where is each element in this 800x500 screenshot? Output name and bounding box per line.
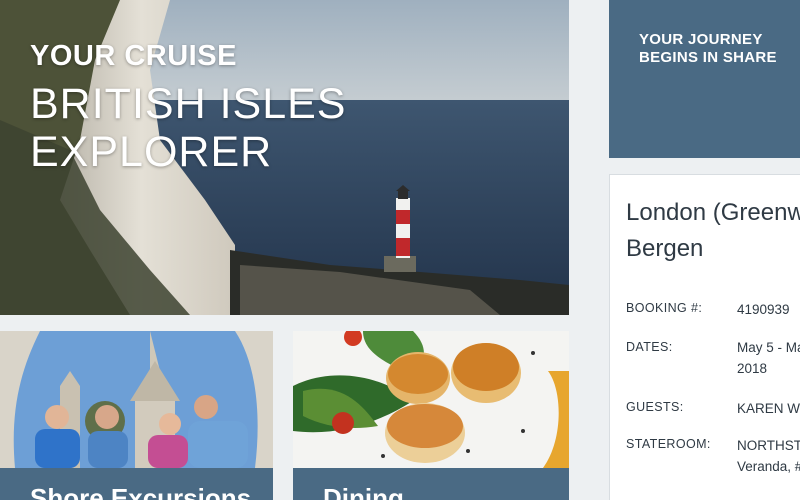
shore-excursions-image — [0, 331, 273, 468]
guests-value: KAREN W — [737, 401, 800, 416]
dates-value: May 5 - May 2018 — [737, 337, 800, 379]
dining-image — [293, 331, 569, 468]
stateroom-type: Veranda, # — [737, 459, 800, 474]
route-title: London (Greenwich) Bergen — [626, 195, 800, 267]
dining-title: Dining — [323, 483, 404, 500]
dates-value-line1: May 5 - May — [737, 340, 800, 355]
route-origin: London (Greenwich) — [626, 199, 800, 226]
stateroom-value: NORTHSTAR Veranda, # — [737, 435, 800, 477]
booking-number-label: BOOKING #: — [626, 301, 703, 315]
hero-banner: YOUR CRUISE BRITISH ISLES EXPLORER — [0, 0, 569, 315]
stateroom-link[interactable]: NORTHSTAR — [737, 435, 800, 456]
hero-eyebrow: YOUR CRUISE — [30, 40, 237, 72]
dates-label: DATES: — [626, 340, 673, 354]
route-destination: Bergen — [626, 235, 704, 262]
booking-details-card: London (Greenwich) Bergen BOOKING #: 419… — [609, 174, 800, 500]
hero-title: BRITISH ISLES EXPLORER — [30, 80, 347, 176]
shore-excursions-card[interactable]: Shore Excursions — [0, 331, 273, 500]
shore-excursions-title: Shore Excursions — [30, 483, 252, 500]
dates-value-line2: 2018 — [737, 361, 768, 376]
guests-label: GUESTS: — [626, 400, 684, 414]
booking-number-value: 4190939 — [737, 302, 790, 317]
journey-text: YOUR JOURNEY BEGINS IN SHARE — [639, 31, 777, 66]
stateroom-label: STATEROOM: — [626, 437, 711, 451]
page: YOUR CRUISE BRITISH ISLES EXPLORER Shore… — [0, 0, 800, 500]
dining-card[interactable]: Dining — [293, 331, 569, 500]
journey-panel[interactable]: YOUR JOURNEY BEGINS IN SHARE — [609, 0, 800, 158]
